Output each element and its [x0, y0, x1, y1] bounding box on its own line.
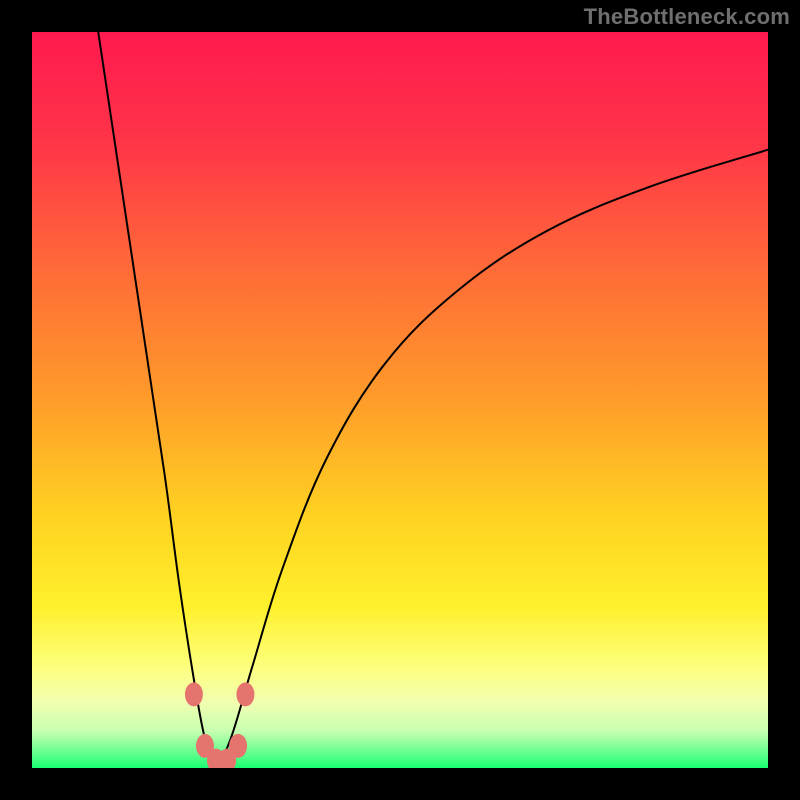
chart-frame: TheBottleneck.com: [0, 0, 800, 800]
curve-marker: [236, 682, 254, 706]
curve-marker: [185, 682, 203, 706]
gradient-background: [32, 32, 768, 768]
watermark-text: TheBottleneck.com: [584, 4, 790, 30]
plot-svg: [32, 32, 768, 768]
curve-marker: [229, 734, 247, 758]
plot-area: [32, 32, 768, 768]
